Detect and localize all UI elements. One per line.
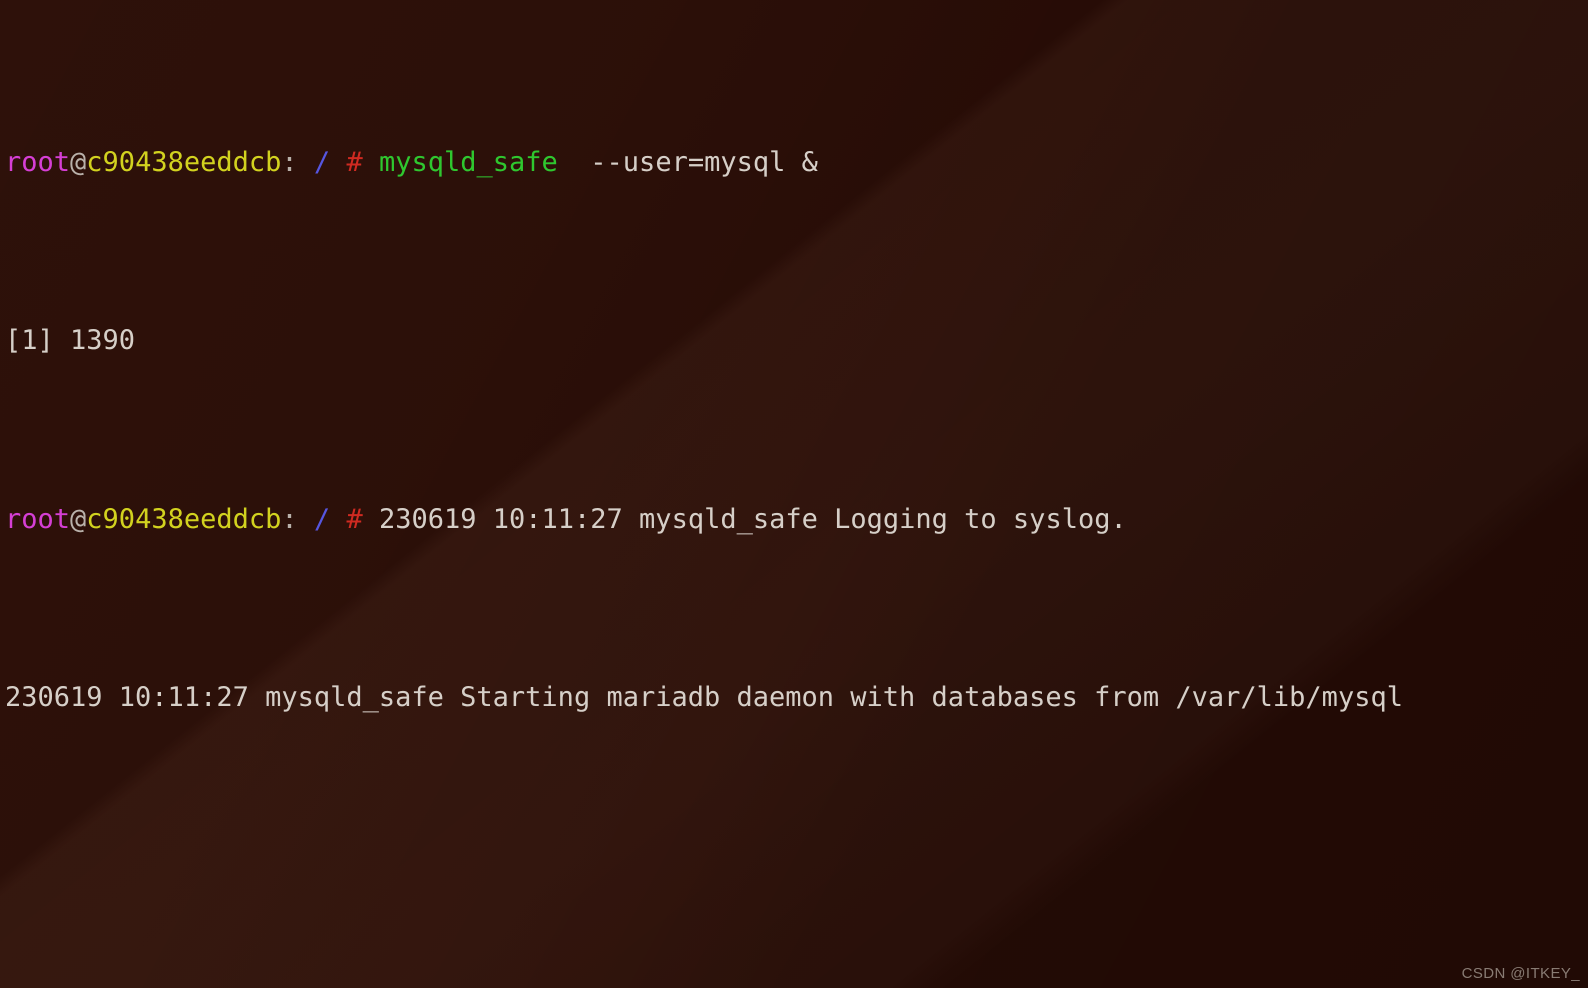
prompt-space-2 [330, 504, 346, 535]
syslog-logging-message: 230619 10:11:27 mysqld_safe Logging to s… [378, 503, 1127, 535]
prompt-space-1 [298, 504, 314, 535]
terminal-screen[interactable]: root@c90438eeddcb: / # mysqld_safe --use… [0, 0, 1588, 988]
terminal-line-4: 230619 10:11:27 mysqld_safe Starting mar… [5, 680, 1588, 716]
mariadb-daemon-start-message: 230619 10:11:27 mysqld_safe Starting mar… [5, 682, 1403, 714]
prompt-path: / [313, 146, 331, 178]
terminal-line-2: [1] 1390 [5, 323, 1588, 359]
csdn-watermark: CSDN @ITKEY_ [1461, 965, 1580, 982]
prompt-space-1 [298, 147, 314, 178]
prompt-space-3 [363, 147, 379, 178]
prompt-path: / [313, 503, 331, 535]
prompt-space-3 [363, 504, 379, 535]
prompt-host: c90438eeddcb [86, 503, 282, 535]
prompt-hash: # [346, 503, 363, 535]
prompt-user: root [5, 503, 71, 535]
command-mysqld-safe: mysqld_safe [378, 146, 558, 178]
prompt-colon: : [281, 146, 298, 178]
terminal-line-1: root@c90438eeddcb: / # mysqld_safe --use… [5, 145, 1588, 181]
prompt-at: @ [70, 146, 87, 178]
prompt-hash: # [346, 146, 363, 178]
prompt-at: @ [70, 503, 87, 535]
prompt-space-2 [330, 147, 346, 178]
terminal-window[interactable]: root@c90438eeddcb: / # mysqld_safe --use… [0, 0, 1588, 988]
terminal-line-3: root@c90438eeddcb: / # 230619 10:11:27 m… [5, 502, 1588, 538]
job-started-notice: [1] 1390 [5, 325, 136, 357]
terminal-line-5-blank [5, 859, 1588, 895]
command-mysqld-safe-args: --user=mysql & [557, 146, 818, 178]
prompt-colon: : [281, 503, 298, 535]
prompt-user: root [5, 146, 71, 178]
prompt-host: c90438eeddcb [86, 146, 282, 178]
